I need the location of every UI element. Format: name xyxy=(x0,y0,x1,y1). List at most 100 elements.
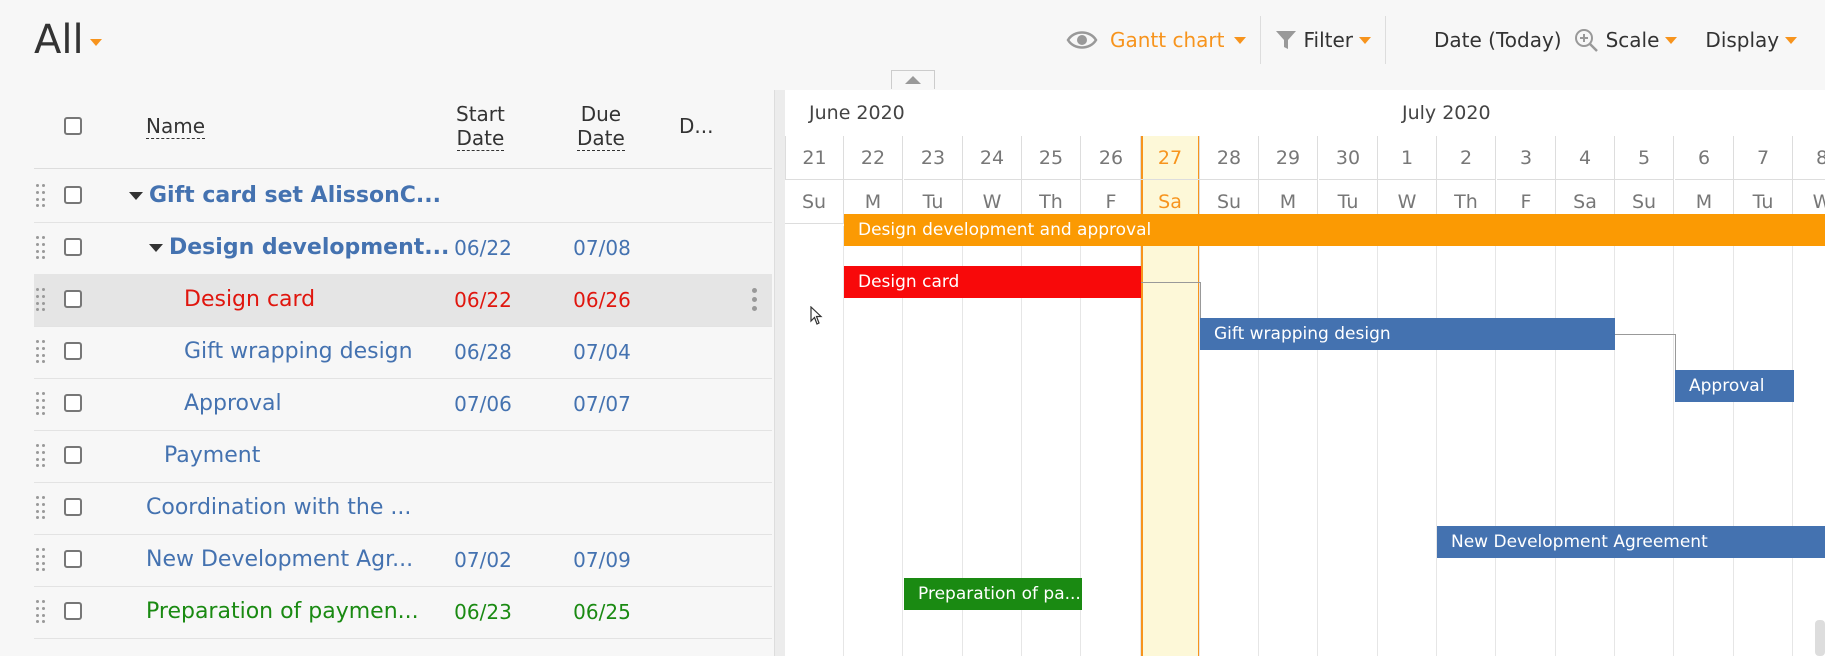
filter-icon xyxy=(1276,31,1297,49)
expand-toggle-icon[interactable] xyxy=(129,192,143,200)
task-row[interactable]: Preparation of paymen... 06/23 06/25 xyxy=(34,586,772,639)
chevron-down-icon xyxy=(89,38,102,46)
drag-handle-icon[interactable] xyxy=(36,548,46,571)
row-checkbox[interactable] xyxy=(64,238,82,256)
row-checkbox[interactable] xyxy=(64,186,82,204)
view-selector-label: Gantt chart xyxy=(1110,28,1225,52)
task-name[interactable]: Preparation of paymen... xyxy=(146,586,419,638)
day-number: 26 xyxy=(1082,136,1141,180)
task-row[interactable]: New Development Agr... 07/02 07/09 xyxy=(34,534,772,587)
day-gridline xyxy=(1258,226,1259,656)
task-name-text: Design card xyxy=(184,287,316,312)
page-title[interactable]: All xyxy=(34,16,102,64)
task-due-date: 06/26 xyxy=(573,288,631,312)
gantt-bar[interactable]: Preparation of pa... xyxy=(904,578,1082,610)
drag-handle-icon[interactable] xyxy=(36,600,46,623)
filter-button[interactable]: Filter xyxy=(1275,28,1371,52)
gantt-bar[interactable]: Design card xyxy=(844,266,1141,298)
task-name-text: Design development... xyxy=(169,235,450,260)
column-header-due-line1: Due xyxy=(580,102,622,126)
chevron-down-icon xyxy=(1785,36,1798,44)
drag-handle-icon[interactable] xyxy=(36,236,46,259)
vertical-scrollbar[interactable] xyxy=(1815,620,1825,656)
day-number: 25 xyxy=(1022,136,1081,180)
column-header-due-line2: Date xyxy=(577,126,625,151)
row-checkbox[interactable] xyxy=(64,446,82,464)
page-title-text: All xyxy=(34,17,84,63)
column-header-start-line1: Start xyxy=(456,102,505,126)
task-due-date: 06/25 xyxy=(573,600,631,624)
task-row[interactable]: Design development... 06/22 07/08 xyxy=(34,222,772,275)
day-number: 6 xyxy=(1675,136,1734,180)
row-checkbox[interactable] xyxy=(64,602,82,620)
toolbar-divider xyxy=(1260,16,1262,64)
task-name-text: Approval xyxy=(184,391,282,416)
display-label: Display xyxy=(1705,28,1780,52)
drag-handle-icon[interactable] xyxy=(36,444,46,467)
day-number: 27 xyxy=(1141,136,1200,180)
row-checkbox[interactable] xyxy=(64,342,82,360)
task-name[interactable]: Approval xyxy=(184,378,282,430)
task-name[interactable]: Coordination with the ... xyxy=(146,482,411,534)
row-checkbox[interactable] xyxy=(64,498,82,516)
task-name[interactable]: Design card xyxy=(184,274,315,326)
task-start-date: 06/28 xyxy=(454,340,512,364)
task-name[interactable]: Payment xyxy=(164,430,260,482)
mouse-cursor-icon xyxy=(810,306,823,325)
task-due-date: 07/08 xyxy=(573,236,631,260)
task-name[interactable]: Gift card set AlissonC... xyxy=(129,170,441,222)
day-gridline xyxy=(1733,226,1734,656)
row-checkbox[interactable] xyxy=(64,550,82,568)
task-name[interactable]: New Development Agr... xyxy=(146,534,413,586)
column-header-due-date[interactable]: Due Date xyxy=(577,102,625,151)
row-checkbox[interactable] xyxy=(64,290,82,308)
collapse-timeline-button[interactable] xyxy=(891,70,935,89)
column-header-more[interactable]: D... xyxy=(679,114,713,138)
grid-header: Name Start Date Due Date D... xyxy=(34,90,772,169)
row-checkbox[interactable] xyxy=(64,394,82,412)
day-number: 3 xyxy=(1497,136,1556,180)
gantt-bar[interactable]: New Development Agreement xyxy=(1437,526,1825,558)
dependency-link xyxy=(1200,282,1201,318)
task-start-date: 06/22 xyxy=(454,288,512,312)
day-number: 2 xyxy=(1437,136,1496,180)
task-row[interactable]: Approval 07/06 07/07 xyxy=(34,378,772,431)
scale-label: Scale xyxy=(1605,28,1660,52)
task-row[interactable]: Design card 06/22 06/26 xyxy=(34,274,772,327)
task-row[interactable]: Payment xyxy=(34,430,772,483)
view-selector[interactable]: Gantt chart xyxy=(1066,28,1247,52)
date-today-button[interactable]: Date (Today) xyxy=(1434,28,1562,52)
drag-handle-icon[interactable] xyxy=(36,496,46,519)
day-number: 21 xyxy=(785,136,844,180)
day-gridline xyxy=(1555,226,1556,656)
month-label: July 2020 xyxy=(1402,102,1491,124)
gantt-bar[interactable]: Gift wrapping design xyxy=(1200,318,1615,350)
drag-handle-icon[interactable] xyxy=(36,340,46,363)
dependency-link xyxy=(1141,282,1201,283)
drag-handle-icon[interactable] xyxy=(36,288,46,311)
task-row[interactable]: Gift wrapping design 06/28 07/04 xyxy=(34,326,772,379)
drag-handle-icon[interactable] xyxy=(36,392,46,415)
select-all-checkbox[interactable] xyxy=(64,117,82,135)
chevron-down-icon xyxy=(1234,36,1247,44)
column-header-start-line2: Date xyxy=(456,126,505,151)
day-number: 30 xyxy=(1319,136,1378,180)
column-header-more-label: D... xyxy=(679,114,714,138)
filter-label: Filter xyxy=(1303,28,1353,52)
gantt-bar[interactable]: Approval xyxy=(1675,370,1794,402)
expand-toggle-icon[interactable] xyxy=(149,244,163,252)
task-name[interactable]: Gift wrapping design xyxy=(184,326,413,378)
more-options-icon[interactable] xyxy=(752,288,758,312)
display-button[interactable]: Display xyxy=(1705,28,1798,52)
month-label: June 2020 xyxy=(809,102,905,124)
scale-button[interactable]: Scale xyxy=(1574,28,1678,52)
gantt-bar[interactable]: Design development and approval xyxy=(844,214,1825,246)
day-number: 8 xyxy=(1793,136,1825,180)
task-row[interactable]: Gift card set AlissonC... xyxy=(34,170,772,223)
task-row[interactable]: Coordination with the ... xyxy=(34,482,772,535)
day-number: 24 xyxy=(963,136,1022,180)
column-header-start-date[interactable]: Start Date xyxy=(456,102,505,151)
task-name[interactable]: Design development... xyxy=(149,222,449,274)
column-header-name[interactable]: Name xyxy=(146,114,206,139)
drag-handle-icon[interactable] xyxy=(36,184,46,207)
